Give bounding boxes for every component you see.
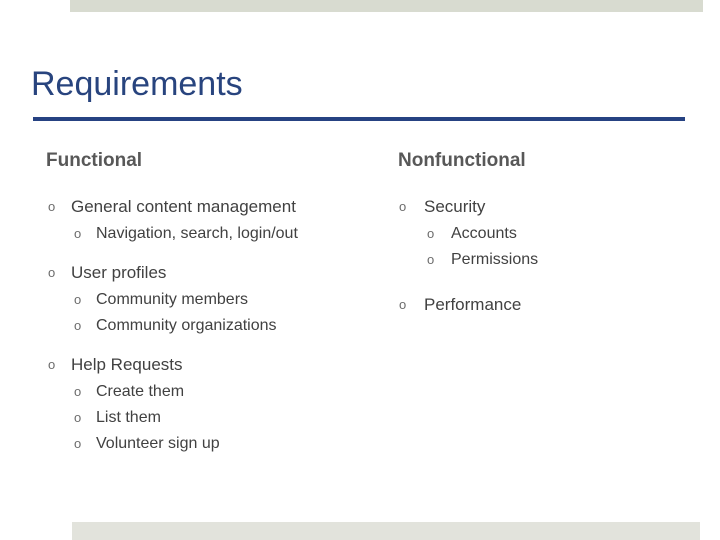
bullet-list-level1: o User profiles <box>44 260 392 286</box>
list-item[interactable]: o General content management <box>44 194 392 220</box>
bullet-list-level1: o Performance <box>396 292 706 318</box>
bullet-list-level2: o Accounts o Permissions <box>396 221 706 272</box>
bullet-list-level2: o Community members o Community organiza… <box>44 287 392 338</box>
list-item-label: Community organizations <box>96 317 277 334</box>
circle-bullet-icon: o <box>427 252 435 267</box>
list-item[interactable]: o Help Requests <box>44 352 392 378</box>
bullet-list-level2: o Create them o List them o Volunteer si… <box>44 379 392 456</box>
list-item[interactable]: o Community organizations <box>44 313 392 338</box>
list-item-label: General content management <box>71 197 296 216</box>
bullet-group: o User profiles o Community members o Co… <box>44 260 392 338</box>
slide-canvas: Requirements Functional o General conten… <box>0 0 720 540</box>
column-heading-functional: Functional <box>46 150 143 171</box>
list-item-label: Create them <box>96 383 185 400</box>
circle-bullet-icon: o <box>399 199 407 214</box>
list-item-label: User profiles <box>71 263 167 282</box>
column-nonfunctional: Nonfunctional o Security o Accounts o Pe… <box>396 148 706 338</box>
bullet-group: o General content management o Navigatio… <box>44 194 392 246</box>
list-item[interactable]: o Security <box>396 194 706 220</box>
list-item[interactable]: o Permissions <box>396 247 706 272</box>
circle-bullet-icon: o <box>74 318 82 333</box>
list-item[interactable]: o Volunteer sign up <box>44 431 392 456</box>
circle-bullet-icon: o <box>74 384 82 399</box>
bullet-list-level1: o Help Requests <box>44 352 392 378</box>
circle-bullet-icon: o <box>48 199 56 214</box>
list-item-label: Performance <box>424 295 522 314</box>
list-item-label: Community members <box>96 291 249 308</box>
title-underline-rule <box>33 117 685 121</box>
column-functional: Functional o General content management … <box>44 148 392 470</box>
list-item-label: List them <box>96 409 161 426</box>
circle-bullet-icon: o <box>74 410 82 425</box>
circle-bullet-icon: o <box>74 292 82 307</box>
bullet-group: o Security o Accounts o Permissions <box>396 194 706 272</box>
list-item-label: Security <box>424 197 486 216</box>
circle-bullet-icon: o <box>48 357 56 372</box>
bottom-decorative-band <box>72 522 700 540</box>
bullet-list-level2: o Navigation, search, login/out <box>44 221 392 246</box>
top-decorative-band <box>70 0 703 12</box>
list-item-label: Help Requests <box>71 355 183 374</box>
list-item[interactable]: o Accounts <box>396 221 706 246</box>
circle-bullet-icon: o <box>399 297 407 312</box>
bullet-group: o Performance <box>396 292 706 318</box>
list-item[interactable]: o Community members <box>44 287 392 312</box>
list-item-label: Navigation, search, login/out <box>96 225 298 242</box>
bullet-group: o Help Requests o Create them o List the… <box>44 352 392 456</box>
list-item[interactable]: o User profiles <box>44 260 392 286</box>
column-heading-nonfunctional: Nonfunctional <box>398 150 526 171</box>
list-item-label: Volunteer sign up <box>96 435 220 452</box>
circle-bullet-icon: o <box>74 226 82 241</box>
circle-bullet-icon: o <box>427 226 435 241</box>
bullet-list-level1: o Security <box>396 194 706 220</box>
list-item[interactable]: o Create them <box>44 379 392 404</box>
circle-bullet-icon: o <box>48 265 56 280</box>
circle-bullet-icon: o <box>74 436 82 451</box>
list-item[interactable]: o List them <box>44 405 392 430</box>
page-title: Requirements <box>31 65 243 103</box>
list-item-label: Accounts <box>451 225 517 242</box>
bullet-list-level1: o General content management <box>44 194 392 220</box>
list-item-label: Permissions <box>451 251 539 268</box>
list-item[interactable]: o Performance <box>396 292 706 318</box>
list-item[interactable]: o Navigation, search, login/out <box>44 221 392 246</box>
